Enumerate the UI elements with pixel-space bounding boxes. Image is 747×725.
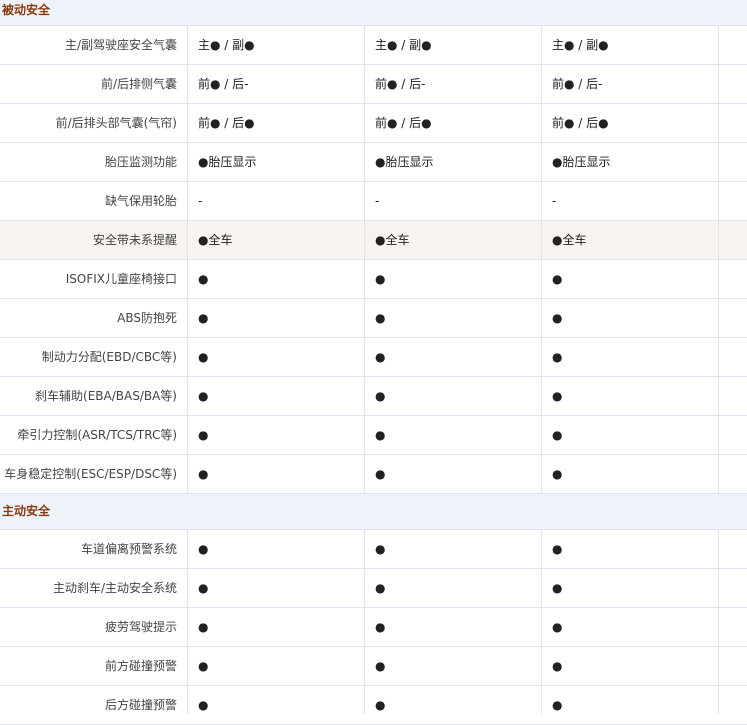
section-title: 被动安全: [2, 3, 51, 17]
table-row: 主/副驾驶座安全气囊 主● / 副● 主● / 副● 主● / 副●: [0, 26, 747, 65]
row-label: 车身稳定控制(ESC/ESP/DSC等): [4, 467, 177, 481]
section-header-passive-safety: 被动安全: [0, 0, 747, 26]
row-label: 后方碰撞预警: [104, 698, 177, 712]
section-header-active-safety: 主动安全: [0, 494, 747, 530]
row-value: ●: [375, 620, 386, 634]
row-value: ●: [375, 350, 386, 364]
row-value: ●全车: [375, 233, 410, 247]
section-title: 主动安全: [2, 504, 51, 518]
table-row: 主动刹车/主动安全系统 ● ● ●: [0, 569, 747, 608]
table-row-highlighted: 安全带未系提醒 ●全车 ●全车 ●全车: [0, 221, 747, 260]
row-value: ●: [375, 581, 386, 595]
table-row: 前/后排头部气囊(气帘) 前● / 后● 前● / 后● 前● / 后●: [0, 104, 747, 143]
row-label: 疲劳驾驶提示: [104, 620, 177, 634]
row-label: ABS防抱死: [117, 311, 177, 325]
table-row: 车道偏离预警系统 ● ● ●: [0, 530, 747, 569]
row-value: ●: [198, 542, 209, 556]
table-row: ISOFIX儿童座椅接口 ● ● ●: [0, 260, 747, 299]
table-row: 前/后排侧气囊 前● / 后- 前● / 后- 前● / 后-: [0, 65, 747, 104]
row-value: 前● / 后-: [552, 77, 603, 91]
table-row: 胎压监测功能 ●胎压显示 ●胎压显示 ●胎压显示: [0, 143, 747, 182]
column-divider: [187, 26, 188, 494]
row-value: ●胎压显示: [198, 155, 257, 169]
row-value: ●: [552, 581, 563, 595]
row-value: ●胎压显示: [552, 155, 611, 169]
row-value: ●: [198, 620, 209, 634]
row-value: ●全车: [198, 233, 233, 247]
row-label: 主/副驾驶座安全气囊: [64, 38, 177, 52]
table-row: 制动力分配(EBD/CBC等) ● ● ●: [0, 338, 747, 377]
row-label: 安全带未系提醒: [92, 233, 177, 247]
row-value: ●: [552, 467, 563, 481]
table-row: ABS防抱死 ● ● ●: [0, 299, 747, 338]
row-label: ISOFIX儿童座椅接口: [65, 272, 177, 286]
row-label: 缺气保用轮胎: [104, 194, 177, 208]
column-divider: [718, 530, 719, 714]
row-value: ●: [552, 620, 563, 634]
row-value: 前● / 后-: [198, 77, 249, 91]
row-label: 车道偏离预警系统: [80, 542, 177, 556]
row-value: ●胎压显示: [375, 155, 434, 169]
table-row: 缺气保用轮胎 - - -: [0, 182, 747, 221]
row-label: 前方碰撞预警: [104, 659, 177, 673]
row-value: ●: [198, 311, 209, 325]
row-value: ●: [552, 389, 563, 403]
table-row: 后方碰撞预警 ● ● ●: [0, 686, 747, 725]
row-value: ●: [552, 350, 563, 364]
row-label: 胎压监测功能: [104, 155, 177, 169]
table-row: 刹车辅助(EBA/BAS/BA等) ● ● ●: [0, 377, 747, 416]
row-label: 制动力分配(EBD/CBC等): [41, 350, 177, 364]
row-value: ●: [552, 428, 563, 442]
row-value: ●: [552, 698, 563, 712]
row-value: ●: [375, 272, 386, 286]
column-divider: [187, 530, 188, 714]
row-value: 前● / 后-: [375, 77, 426, 91]
column-divider: [364, 530, 365, 714]
row-value: ●: [198, 389, 209, 403]
row-value: ●: [198, 428, 209, 442]
row-value: ●: [375, 698, 386, 712]
row-value: ●: [198, 350, 209, 364]
row-value: 主● / 副●: [552, 38, 609, 52]
row-label: 牵引力控制(ASR/TCS/TRC等): [17, 428, 177, 442]
row-label: 刹车辅助(EBA/BAS/BA等): [35, 389, 177, 403]
row-value: 主● / 副●: [375, 38, 432, 52]
row-value: -: [375, 194, 380, 208]
row-value: 前● / 后●: [375, 116, 432, 130]
row-value: -: [552, 194, 557, 208]
row-value: ●: [552, 311, 563, 325]
row-value: ●: [552, 659, 563, 673]
row-value: ●: [375, 389, 386, 403]
row-value: ●全车: [552, 233, 587, 247]
row-value: ●: [375, 542, 386, 556]
row-value: ●: [552, 542, 563, 556]
row-value: ●: [375, 467, 386, 481]
row-value: ●: [375, 428, 386, 442]
table-row: 疲劳驾驶提示 ● ● ●: [0, 608, 747, 647]
row-value: ●: [198, 698, 209, 712]
row-value: ●: [375, 659, 386, 673]
column-divider: [364, 26, 365, 494]
row-value: ●: [198, 467, 209, 481]
row-value: 主● / 副●: [198, 38, 255, 52]
row-value: 前● / 后●: [552, 116, 609, 130]
table-row: 牵引力控制(ASR/TCS/TRC等) ● ● ●: [0, 416, 747, 455]
row-value: 前● / 后●: [198, 116, 255, 130]
row-value: ●: [198, 659, 209, 673]
spec-table: 被动安全 主/副驾驶座安全气囊 主● / 副● 主● / 副● 主● / 副● …: [0, 0, 747, 725]
row-value: ●: [552, 272, 563, 286]
column-divider: [541, 26, 542, 494]
table-row: 车身稳定控制(ESC/ESP/DSC等) ● ● ●: [0, 455, 747, 494]
column-divider: [718, 26, 719, 494]
row-label: 前/后排侧气囊: [100, 77, 177, 91]
row-value: -: [198, 194, 203, 208]
row-value: ●: [375, 311, 386, 325]
row-label: 主动刹车/主动安全系统: [52, 581, 177, 595]
row-value: ●: [198, 581, 209, 595]
column-divider: [541, 530, 542, 714]
row-value: ●: [198, 272, 209, 286]
row-label: 前/后排头部气囊(气帘): [55, 116, 177, 130]
table-row: 前方碰撞预警 ● ● ●: [0, 647, 747, 686]
